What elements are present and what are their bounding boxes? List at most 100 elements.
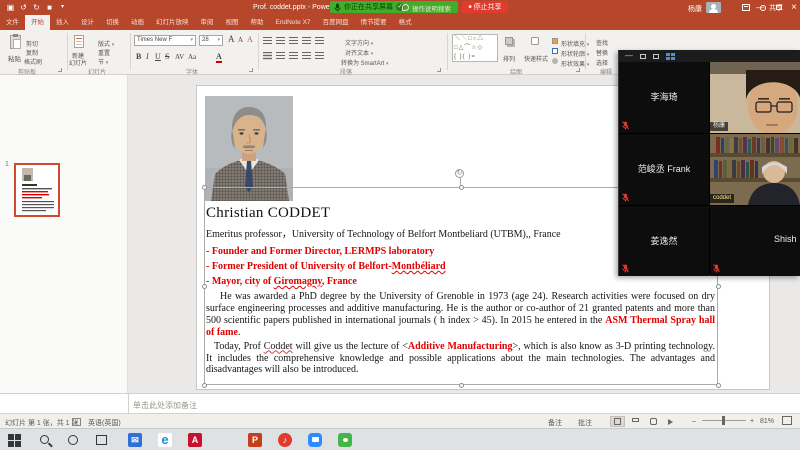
redo-icon[interactable]: ↻ [32,3,41,12]
format-painter-button[interactable]: 格式刷 [24,57,42,66]
panel-minimize-icon[interactable]: — [625,50,633,62]
participant-tile[interactable]: Shish [710,206,800,276]
new-slide-icon[interactable] [74,35,84,48]
font-dialog-launcher-icon[interactable] [249,68,253,72]
tab-file[interactable]: 文件 [0,15,25,30]
shrink-font-icon[interactable]: A [238,36,243,44]
music-app-icon[interactable]: ♪ [278,433,292,447]
avatar[interactable] [706,2,721,13]
notes-pane[interactable]: 单击此处添加备注 [0,393,800,413]
tab-view[interactable]: 视图 [220,15,245,30]
edge-app-icon[interactable]: e [158,433,172,447]
participant-tile[interactable]: 李海琦 [619,62,709,133]
change-case-icon[interactable]: Aa [188,53,196,61]
align-text-button[interactable]: 对齐文本 ▾ [345,48,373,57]
columns-icon[interactable] [315,52,324,60]
tab-help[interactable]: 帮助 [245,15,270,30]
quick-styles-button[interactable]: 快速样式 [524,54,548,63]
copy-button[interactable]: 复制 [26,48,38,57]
bold-button[interactable]: B [136,52,141,61]
cortana-button[interactable] [66,433,80,447]
tell-me-search[interactable]: 操作说明搜索 [402,0,451,15]
arrange-icon[interactable] [505,37,513,45]
task-view-button[interactable] [94,433,108,447]
acrobat-app-icon[interactable]: A [188,433,202,447]
slide-thumbnail[interactable] [14,163,60,217]
align-right-icon[interactable] [289,52,298,60]
tab-baidu-netdisk[interactable]: 百度网盘 [317,15,355,30]
thumbnail-view-icon[interactable] [653,54,659,59]
resize-handle[interactable] [202,383,207,388]
portrait-photo[interactable] [205,96,293,201]
resize-handle[interactable] [716,284,721,289]
new-slide-button-line2[interactable]: 幻灯片 [69,58,87,67]
convert-smartart-button[interactable]: 转换为 SmartArt ▾ [341,58,389,67]
select-button[interactable]: 选择 [596,58,608,67]
gallery-view-icon[interactable] [666,53,675,60]
language-indicator[interactable]: 英语(英国) [88,418,121,428]
justify-icon[interactable] [302,52,311,60]
tab-animations[interactable]: 动画 [125,15,150,30]
participant-tile[interactable]: 姜逸然 [619,206,709,276]
layout-button[interactable]: 版式 ▾ [98,39,114,48]
close-button[interactable]: × [786,0,800,15]
save-icon[interactable]: ▣ [6,3,15,12]
reading-view-button[interactable] [646,416,661,427]
increase-indent-icon[interactable] [302,37,311,45]
rotate-handle-icon[interactable]: ↻ [455,169,464,178]
align-left-icon[interactable] [263,52,272,60]
spellcheck-icon[interactable]: ✓ [72,418,81,426]
decrease-indent-icon[interactable] [289,37,298,45]
fit-to-window-icon[interactable] [782,416,792,425]
clipboard-dialog-launcher-icon[interactable] [58,68,62,72]
text-direction-button[interactable]: 文字方向 ▾ [345,38,373,47]
zoom-out-button[interactable]: – [692,418,696,425]
paste-button[interactable]: 粘贴 [8,53,21,63]
cut-button[interactable]: 剪切 [26,39,38,48]
speaker-view-icon[interactable] [640,54,646,59]
start-button[interactable] [8,433,22,447]
character-spacing-icon[interactable]: AV [175,53,184,61]
tab-transitions[interactable]: 切换 [100,15,125,30]
numbering-icon[interactable] [276,37,285,45]
tab-design[interactable]: 设计 [75,15,100,30]
participant-video-tile[interactable]: 杨康 [710,62,800,133]
clear-formatting-icon[interactable]: A [247,35,253,44]
participant-tile[interactable]: 范峻丞 Frank [619,134,709,205]
find-button[interactable]: 查找 [596,38,608,47]
pane-divider[interactable] [128,394,129,414]
section-button[interactable]: 节 ▾ [98,57,108,66]
font-size-select[interactable]: 28▾ [199,35,223,46]
grow-font-icon[interactable]: A [228,34,235,44]
resize-handle[interactable] [202,185,207,190]
undo-icon[interactable]: ↺ [19,3,28,12]
line-spacing-icon[interactable] [315,37,324,45]
drawing-dialog-launcher-icon[interactable] [576,68,580,72]
tab-slideshow[interactable]: 幻灯片放映 [150,15,195,30]
zoom-percentage[interactable]: 81% [760,418,774,425]
stop-share-button[interactable]: ■ 停止共享 [462,1,508,13]
notes-toggle[interactable]: 备注 [548,418,562,428]
font-color-button[interactable]: A [216,52,222,63]
shapes-gallery[interactable]: ＼╲□○△ □△⌒☆◇ { }( )= [452,34,498,62]
slideshow-icon[interactable]: ■ [45,3,54,12]
align-center-icon[interactable] [276,52,285,60]
zoom-in-button[interactable]: + [750,418,754,425]
replace-button[interactable]: 替换 [596,48,608,57]
tab-insert[interactable]: 插入 [50,15,75,30]
italic-button[interactable]: I [146,52,149,61]
taskbar-search-button[interactable] [38,433,52,447]
active-speaker-video-tile[interactable]: coddet [710,134,800,205]
resize-handle[interactable] [459,383,464,388]
paragraph-dialog-launcher-icon[interactable] [437,68,441,72]
resize-handle[interactable] [716,383,721,388]
tab-storyboarding[interactable]: 情节提要 [355,15,393,30]
slideshow-view-button[interactable] [664,416,679,427]
underline-button[interactable]: U [155,52,161,61]
mail-app-icon[interactable]: ✉ [128,433,142,447]
resize-handle[interactable] [459,185,464,190]
tab-format[interactable]: 格式 [393,15,418,30]
quick-styles-icon[interactable] [531,37,539,45]
strikethrough-button[interactable]: S [165,52,169,61]
account-name[interactable]: 杨康 [688,4,702,14]
